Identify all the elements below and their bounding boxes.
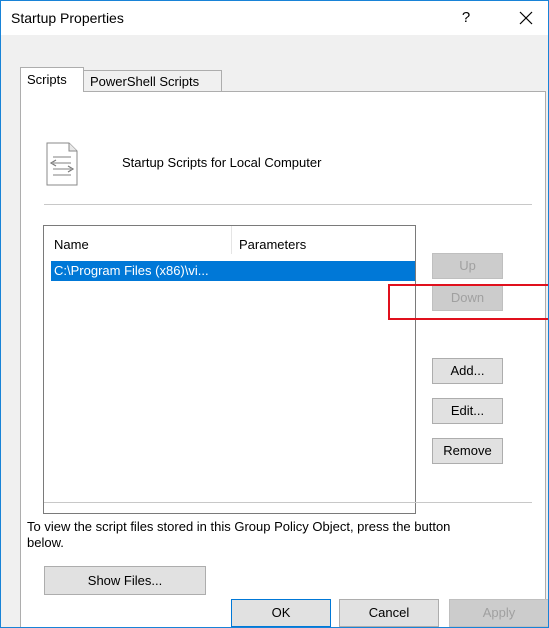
column-header-name[interactable]: Name xyxy=(54,237,89,252)
tab-powershell-scripts[interactable]: PowerShell Scripts xyxy=(84,70,222,92)
edit-button[interactable]: Edit... xyxy=(432,398,503,424)
show-files-button[interactable]: Show Files... xyxy=(44,566,206,595)
annotation-highlight-box xyxy=(388,284,548,320)
add-button[interactable]: Add... xyxy=(432,358,503,384)
column-divider[interactable] xyxy=(231,226,232,254)
dialog-title: Startup Properties xyxy=(11,10,124,26)
remove-button[interactable]: Remove xyxy=(432,438,503,464)
show-files-info-text: To view the script files stored in this … xyxy=(27,519,451,550)
header-divider xyxy=(44,204,532,205)
startup-properties-dialog: Startup Properties ? Scripts PowerShell … xyxy=(0,0,549,628)
script-file-icon xyxy=(44,142,80,189)
title-bar: Startup Properties ? xyxy=(1,1,548,35)
dialog-client-area: Scripts PowerShell Scripts Startup Scrip… xyxy=(1,35,548,627)
close-button[interactable] xyxy=(511,5,541,31)
tab-scripts-label: Scripts xyxy=(27,72,67,87)
apply-button[interactable]: Apply xyxy=(449,599,548,627)
scripts-header-text: Startup Scripts for Local Computer xyxy=(122,155,322,170)
up-button[interactable]: Up xyxy=(432,253,503,279)
tab-scripts[interactable]: Scripts xyxy=(20,67,84,92)
table-row[interactable]: C:\Program Files (x86)\vi... xyxy=(51,261,415,281)
column-header-parameters[interactable]: Parameters xyxy=(239,237,306,252)
ok-button[interactable]: OK xyxy=(231,599,331,627)
cancel-button[interactable]: Cancel xyxy=(339,599,439,627)
scripts-list[interactable]: Name Parameters C:\Program Files (x86)\v… xyxy=(43,225,416,514)
script-name-cell: C:\Program Files (x86)\vi... xyxy=(54,263,209,278)
help-button[interactable]: ? xyxy=(451,7,481,29)
info-divider xyxy=(44,502,532,503)
tab-powershell-scripts-label: PowerShell Scripts xyxy=(90,74,200,89)
close-icon xyxy=(519,11,533,25)
scripts-tab-panel: Startup Scripts for Local Computer Name … xyxy=(20,91,546,627)
